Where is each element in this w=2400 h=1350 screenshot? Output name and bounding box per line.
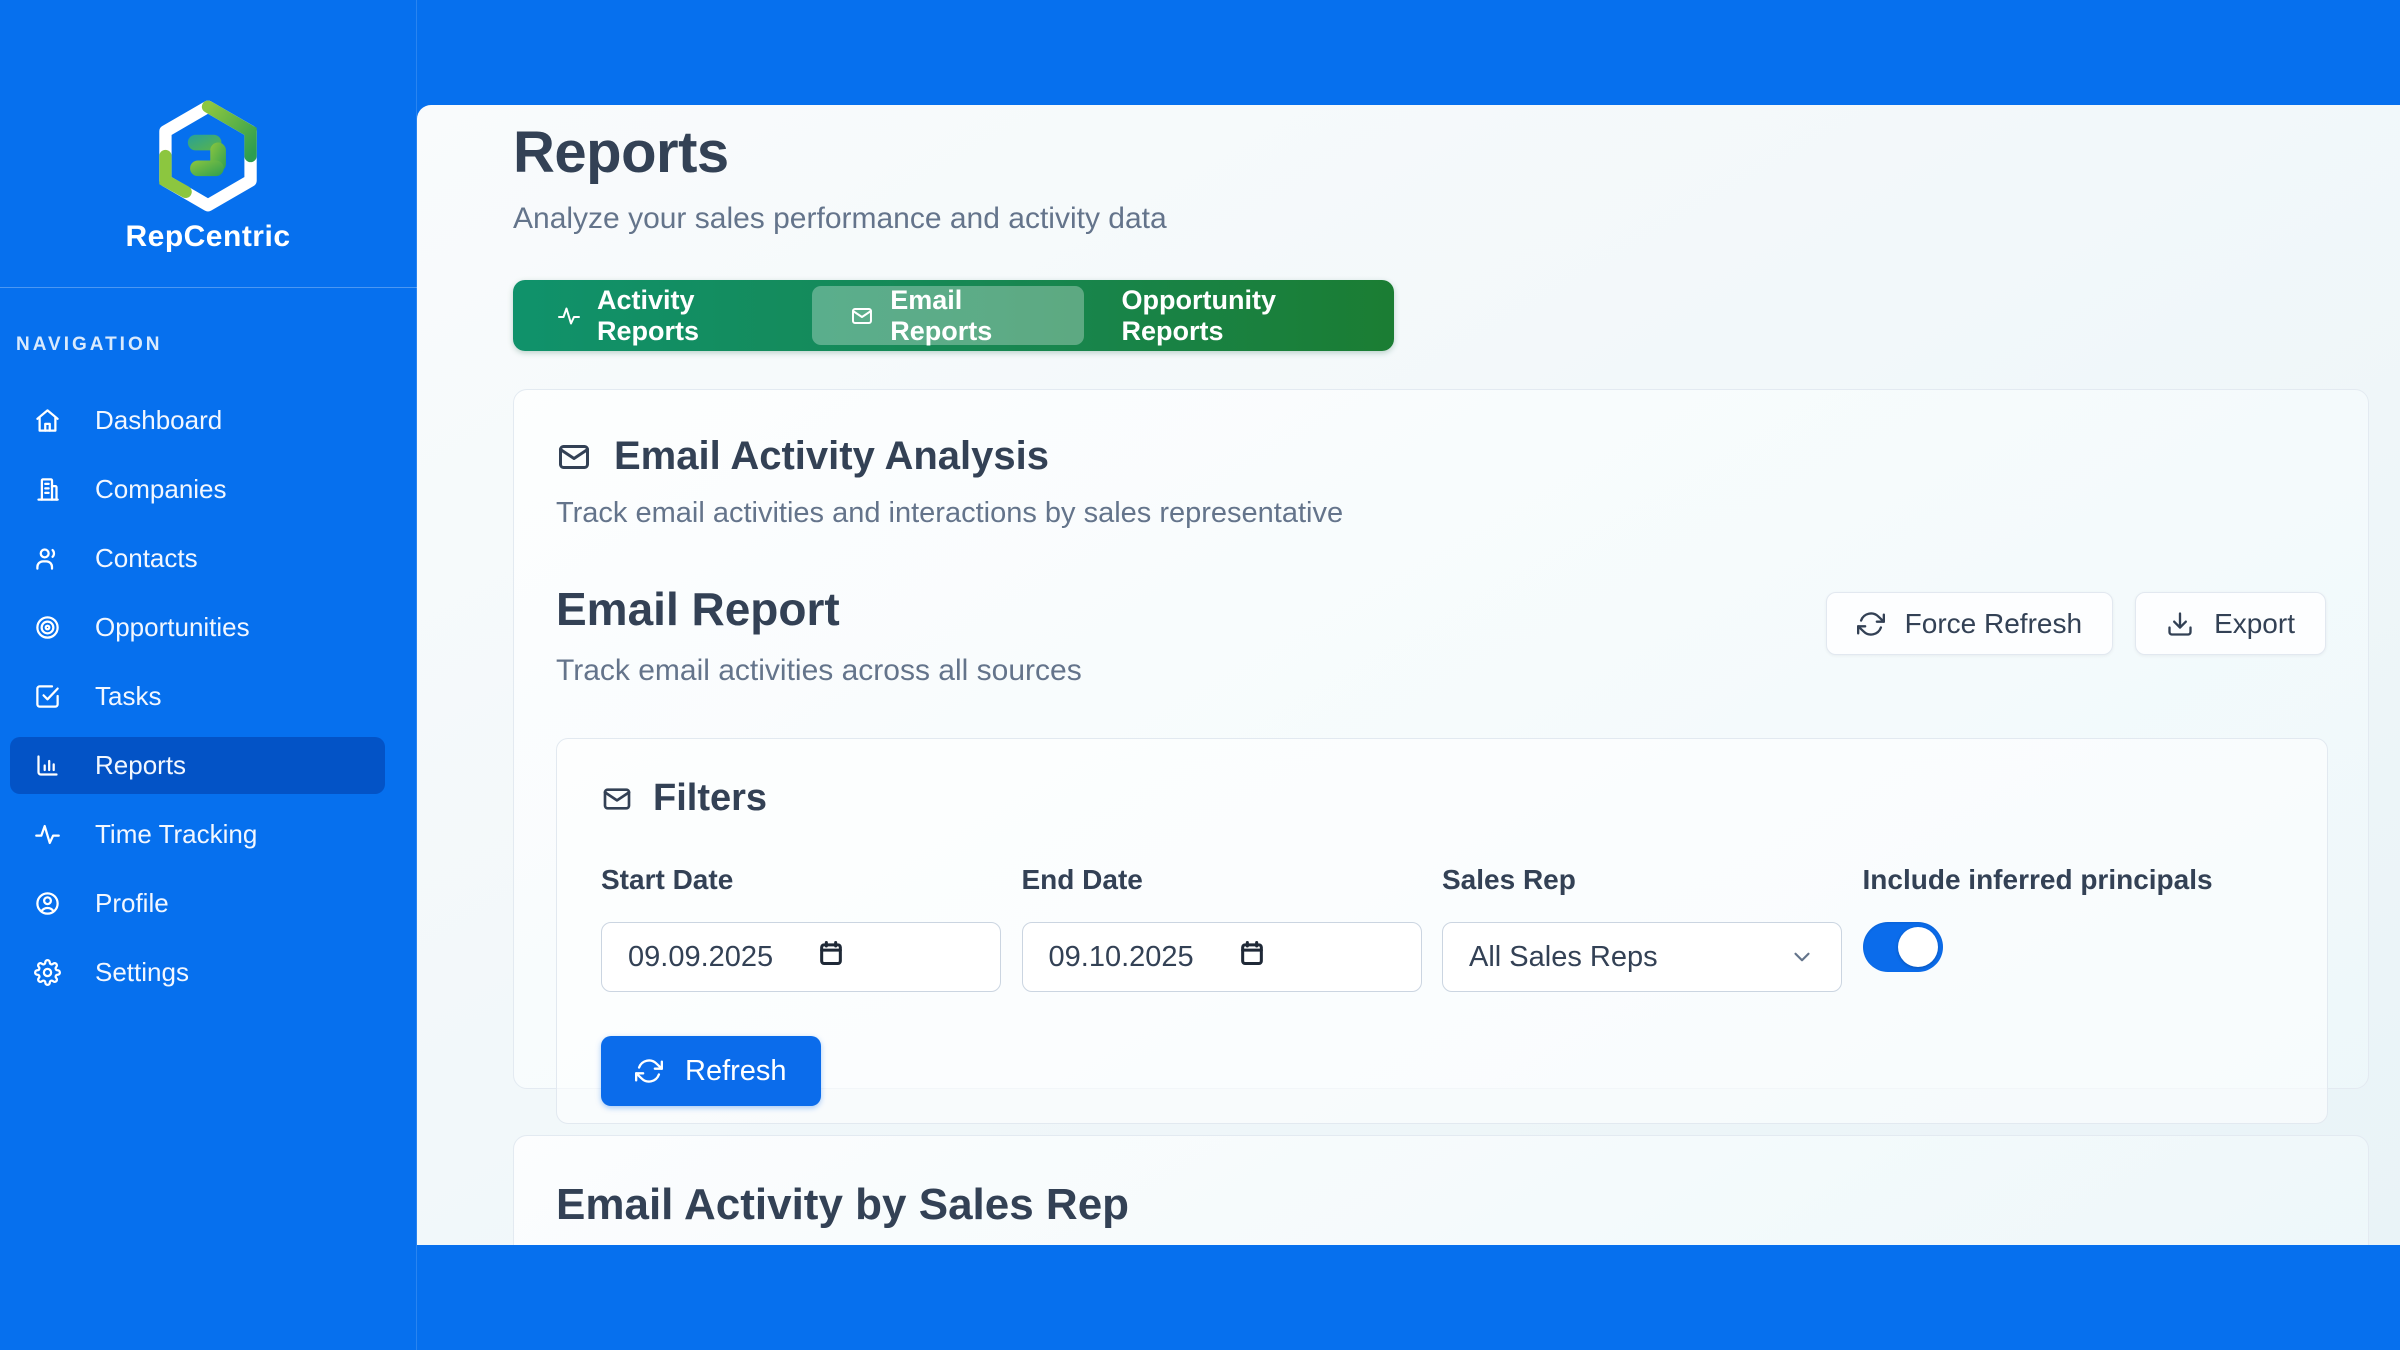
tab-label: Email Reports: [890, 285, 1045, 347]
filters-card: Filters Start Date 09.09.2025 End Dat: [556, 738, 2328, 1124]
calendar-icon[interactable]: [1238, 939, 1266, 975]
bar-chart-icon: [34, 752, 61, 779]
start-date-field: Start Date 09.09.2025: [601, 864, 1022, 992]
refresh-label: Refresh: [685, 1055, 787, 1088]
sidebar-item-label: Opportunities: [95, 612, 250, 643]
sidebar-item-label: Reports: [95, 750, 186, 781]
export-button[interactable]: Export: [2135, 592, 2326, 655]
gear-icon: [34, 959, 61, 986]
include-inferred-field: Include inferred principals: [1863, 864, 2284, 992]
page-title: Reports: [513, 119, 2400, 186]
end-date-label: End Date: [1022, 864, 1443, 896]
sidebar-item-label: Profile: [95, 888, 169, 919]
sidebar-item-opportunities[interactable]: Opportunities: [10, 599, 385, 656]
activity-icon: [557, 302, 581, 330]
refresh-button[interactable]: Refresh: [601, 1036, 821, 1106]
sidebar-item-label: Contacts: [95, 543, 198, 574]
sidebar-item-dashboard[interactable]: Dashboard: [10, 392, 385, 449]
sidebar-item-profile[interactable]: Profile: [10, 875, 385, 932]
email-report-heading: Email Report Track email activities acro…: [556, 582, 1082, 688]
sales-rep-label: Sales Rep: [1442, 864, 1863, 896]
building-icon: [34, 476, 61, 503]
brand-logo-block: RepCentric: [0, 0, 416, 254]
sidebar: RepCentric NAVIGATION Dashboard Companie…: [0, 0, 417, 1350]
end-date-value: 09.10.2025: [1049, 941, 1194, 974]
sales-rep-field: Sales Rep All Sales Reps: [1442, 864, 1863, 992]
sidebar-item-label: Dashboard: [95, 405, 222, 436]
sidebar-item-settings[interactable]: Settings: [10, 944, 385, 1001]
report-title: Email Report: [556, 582, 1082, 636]
nav-list: Dashboard Companies Contacts Opportuniti…: [10, 392, 385, 1013]
email-activity-by-rep-card: Email Activity by Sales Rep Summary of e…: [513, 1135, 2369, 1245]
main-content: Reports Analyze your sales performance a…: [417, 105, 2400, 1245]
tab-activity-reports[interactable]: Activity Reports: [519, 286, 812, 345]
report-actions: Force Refresh Export: [1826, 592, 2326, 655]
nav-section-label: NAVIGATION: [16, 334, 162, 356]
tab-email-reports[interactable]: Email Reports: [812, 286, 1083, 345]
toggle-knob: [1898, 927, 1938, 967]
report-subtitle: Track email activities across all source…: [556, 654, 1082, 688]
email-activity-analysis-card: Email Activity Analysis Track email acti…: [513, 389, 2369, 1089]
calendar-icon[interactable]: [817, 939, 845, 975]
sidebar-item-label: Companies: [95, 474, 227, 505]
summary-title: Email Activity by Sales Rep: [556, 1180, 2326, 1230]
refresh-icon: [1857, 610, 1885, 638]
sidebar-item-reports[interactable]: Reports: [10, 737, 385, 794]
chevron-down-icon: [1789, 944, 1815, 970]
report-tabs: Activity Reports Email Reports Opportuni…: [513, 280, 1394, 351]
sidebar-item-tasks[interactable]: Tasks: [10, 668, 385, 725]
sidebar-item-contacts[interactable]: Contacts: [10, 530, 385, 587]
force-refresh-button[interactable]: Force Refresh: [1826, 592, 2113, 655]
sidebar-item-label: Settings: [95, 957, 189, 988]
export-label: Export: [2214, 608, 2295, 640]
section-subtitle: Track email activities and interactions …: [556, 497, 2326, 530]
end-date-input[interactable]: 09.10.2025: [1022, 922, 1422, 992]
home-icon: [34, 407, 61, 434]
brand-name: RepCentric: [0, 220, 416, 254]
tab-opportunity-reports[interactable]: Opportunity Reports: [1084, 286, 1388, 345]
sidebar-item-companies[interactable]: Companies: [10, 461, 385, 518]
page-subtitle: Analyze your sales performance and activ…: [513, 202, 2400, 236]
repcentric-logo-icon: [152, 100, 264, 212]
user-circle-icon: [34, 890, 61, 917]
download-icon: [2166, 610, 2194, 638]
force-refresh-label: Force Refresh: [1905, 608, 2082, 640]
sidebar-item-time-tracking[interactable]: Time Tracking: [10, 806, 385, 863]
sales-rep-value: All Sales Reps: [1469, 941, 1658, 974]
filters-header: Filters: [601, 777, 2283, 820]
users-icon: [34, 545, 61, 572]
include-inferred-toggle[interactable]: [1863, 922, 1943, 972]
tab-label: Activity Reports: [597, 285, 774, 347]
mail-icon: [850, 302, 874, 330]
mail-icon: [556, 439, 592, 475]
section-title: Email Activity Analysis: [614, 434, 1049, 479]
filters-title: Filters: [653, 777, 767, 820]
email-analysis-header: Email Activity Analysis: [556, 434, 2326, 479]
sales-rep-select[interactable]: All Sales Reps: [1442, 922, 1842, 992]
activity-icon: [34, 821, 61, 848]
target-icon: [34, 614, 61, 641]
check-square-icon: [34, 683, 61, 710]
tab-label: Opportunity Reports: [1122, 285, 1350, 347]
start-date-input[interactable]: 09.09.2025: [601, 922, 1001, 992]
mail-icon: [601, 783, 633, 815]
start-date-label: Start Date: [601, 864, 1022, 896]
end-date-field: End Date 09.10.2025: [1022, 864, 1443, 992]
include-inferred-label: Include inferred principals: [1863, 864, 2284, 896]
refresh-icon: [635, 1057, 663, 1085]
sidebar-item-label: Time Tracking: [95, 819, 257, 850]
sidebar-divider: [0, 287, 417, 288]
start-date-value: 09.09.2025: [628, 941, 773, 974]
sidebar-item-label: Tasks: [95, 681, 161, 712]
